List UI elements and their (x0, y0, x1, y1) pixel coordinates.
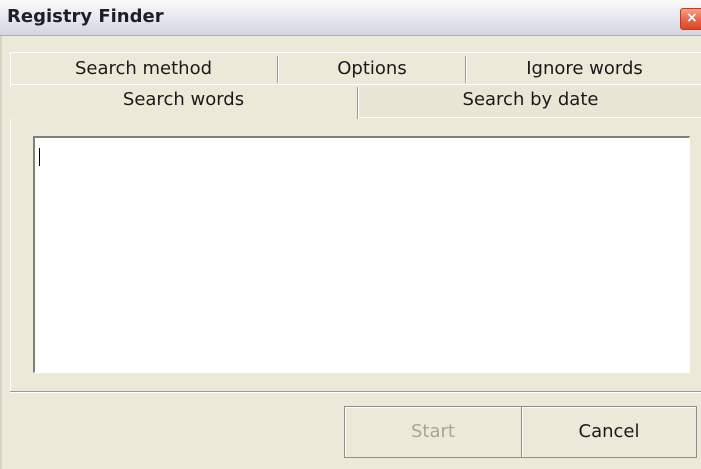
tab-label: Options (337, 58, 407, 79)
search-words-field-frame (33, 136, 690, 373)
search-words-input[interactable] (35, 138, 689, 372)
tab-options[interactable]: Options (279, 56, 467, 83)
window-left-border (0, 36, 2, 469)
tab-page-bottom-edge (10, 391, 701, 393)
window-title: Registry Finder (7, 6, 164, 27)
tab-label: Search method (74, 58, 213, 79)
tab-search-words[interactable]: Search words (10, 87, 359, 119)
registry-finder-dialog: Registry Finder × Search method Options … (0, 0, 701, 469)
tab-search-by-date[interactable]: Search by date (360, 87, 701, 118)
tab-label: Search words (122, 89, 245, 110)
tab-row-back: Search method Options Ignore words (10, 56, 701, 83)
tab-row-front: Search words Search by date (10, 87, 701, 119)
tab-ignore-words[interactable]: Ignore words (468, 56, 701, 83)
text-caret (39, 148, 40, 166)
tab-search-method[interactable]: Search method (10, 56, 279, 83)
cancel-button[interactable]: Cancel (521, 406, 697, 458)
tab-label: Search by date (462, 89, 599, 110)
tab-label: Ignore words (526, 58, 643, 79)
title-bar[interactable]: Registry Finder × (0, 0, 701, 36)
close-icon: × (686, 10, 698, 26)
tab-strip-top-edge (10, 52, 701, 53)
start-button[interactable]: Start (344, 406, 522, 458)
tab-strip-divider (10, 84, 701, 85)
close-button[interactable]: × (680, 8, 701, 30)
